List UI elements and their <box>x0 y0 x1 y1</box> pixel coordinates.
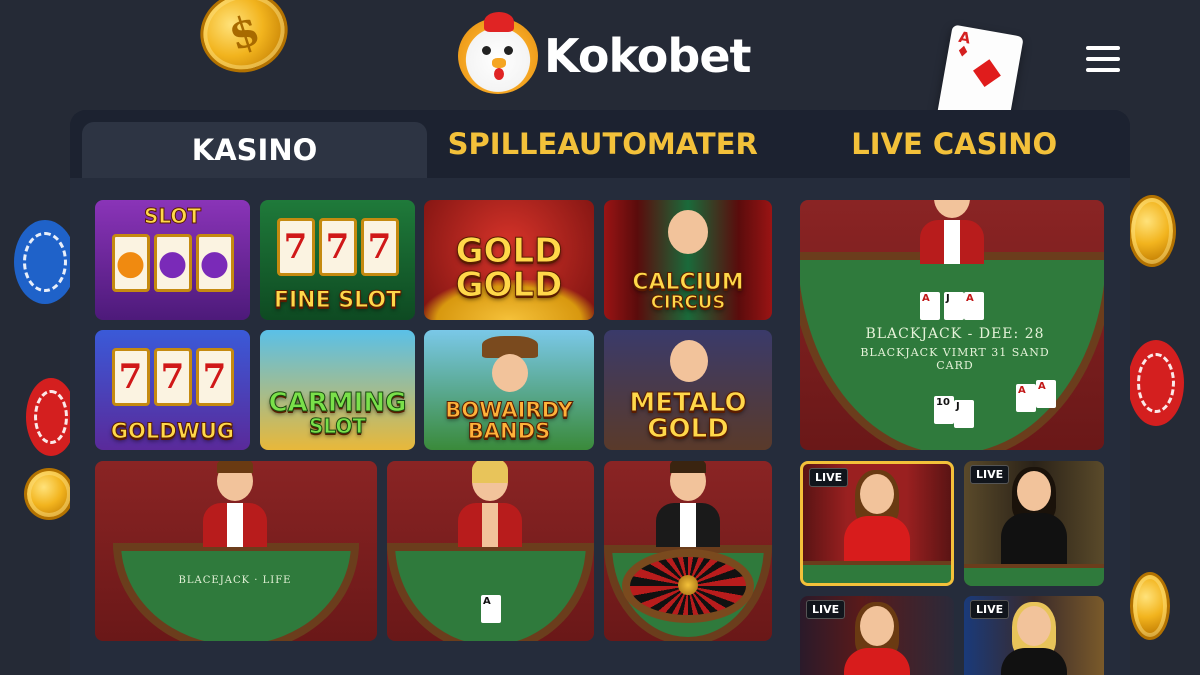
dealer <box>920 200 984 264</box>
gold-coin-icon <box>1130 572 1170 640</box>
game-title: METALO GOLD <box>629 388 747 444</box>
gold-coin-icon <box>24 468 74 520</box>
game-tile-bowairdy-bands[interactable]: BOWAIRDY BANDS <box>424 330 594 450</box>
grape-icon: ● <box>153 234 192 292</box>
category-tabs: KASINO SPILLEAUTOMATER LIVE CASINO <box>70 110 1130 178</box>
game-grid: SLOT ● ● ● 7 7 7 FINE SLOT GOLD GOLD CAL… <box>70 178 1130 675</box>
poker-chip-icon <box>1128 340 1184 426</box>
gold-coin-icon <box>1128 195 1176 267</box>
game-title: BOWAIRDY BANDS <box>445 398 573 443</box>
game-tile-calcium-circus[interactable]: CALCIUM CIRCUS <box>604 200 772 320</box>
game-tile-metalo-gold[interactable]: METALO GOLD <box>604 330 772 450</box>
slot-reel: 7 <box>111 348 150 406</box>
rooster-mascot-icon <box>458 12 538 94</box>
slot-reel: 7 <box>360 218 399 276</box>
presenter <box>844 602 910 675</box>
slot-reel: 7 <box>195 348 234 406</box>
table-sublabel: BLACKJACK VIMRT 31 SAND CARD <box>860 346 1050 372</box>
character-face <box>670 340 708 382</box>
roulette-table-tile[interactable] <box>604 461 772 641</box>
tab-kasino[interactable]: KASINO <box>82 122 427 178</box>
game-tile-gold-gold[interactable]: GOLD GOLD <box>424 200 594 320</box>
blackjack-table-tile[interactable]: A <box>387 461 594 641</box>
poker-chip-icon <box>26 378 76 456</box>
hamburger-menu-icon[interactable] <box>1086 46 1120 76</box>
live-badge: LIVE <box>806 600 846 619</box>
game-tile-fine-slot[interactable]: 7 7 7 FINE SLOT <box>260 200 415 320</box>
casino-panel: KASINO SPILLEAUTOMATER LIVE CASINO SLOT … <box>70 110 1130 675</box>
game-title: GOLD GOLD <box>455 231 563 305</box>
game-title: CARMING SLOT <box>268 388 407 438</box>
game-title: CALCIUM CIRCUS <box>632 270 744 313</box>
presenter <box>844 470 910 572</box>
slot-reel: 7 <box>276 218 315 276</box>
table-label: BLACKJACK - DEE: 28 <box>865 326 1045 342</box>
featured-blackjack-table[interactable]: A J A BLACKJACK - DEE: 28 BLACKJACK VIMR… <box>800 200 1104 450</box>
brand-logo[interactable]: Kokobet <box>458 12 752 94</box>
dealer <box>203 461 267 547</box>
grape-icon: ● <box>195 234 234 292</box>
game-tile-carming-slot[interactable]: CARMING SLOT <box>260 330 415 450</box>
orange-icon: ● <box>111 234 150 292</box>
tab-live-casino[interactable]: LIVE CASINO <box>779 110 1131 178</box>
game-title: FINE SLOT <box>273 288 402 313</box>
poker-chip-icon <box>14 220 76 304</box>
character-face <box>668 210 708 254</box>
dealer <box>656 461 720 547</box>
live-dealer-tile[interactable]: LIVE <box>964 596 1104 675</box>
game-tile-goldwug[interactable]: 7 7 7 GOLDWUG <box>95 330 250 450</box>
live-badge: LIVE <box>970 465 1010 484</box>
live-badge: LIVE <box>809 468 849 487</box>
tab-spilleautomater[interactable]: SPILLEAUTOMATER <box>427 110 779 178</box>
live-dealer-tile[interactable]: LIVE <box>800 461 954 586</box>
character-face <box>492 354 528 392</box>
table-label: BLACEJACK · LIFE <box>178 575 292 586</box>
game-tile-slot[interactable]: SLOT ● ● ● <box>95 200 250 320</box>
live-badge: LIVE <box>970 600 1010 619</box>
presenter <box>1001 467 1067 569</box>
blackjack-table-tile[interactable]: BLACEJACK · LIFE <box>95 461 377 641</box>
slot-reel: 7 <box>318 218 357 276</box>
gold-coin-icon: $ <box>189 0 299 84</box>
presenter <box>1001 602 1067 675</box>
live-dealer-tile[interactable]: LIVE <box>800 596 954 675</box>
game-title: GOLDWUG <box>110 419 235 443</box>
brand-name: Kokobet <box>544 29 752 83</box>
slot-reel: 7 <box>153 348 192 406</box>
dealer <box>458 461 522 547</box>
game-title: SLOT <box>143 204 202 229</box>
live-dealer-tile[interactable]: LIVE <box>964 461 1104 586</box>
